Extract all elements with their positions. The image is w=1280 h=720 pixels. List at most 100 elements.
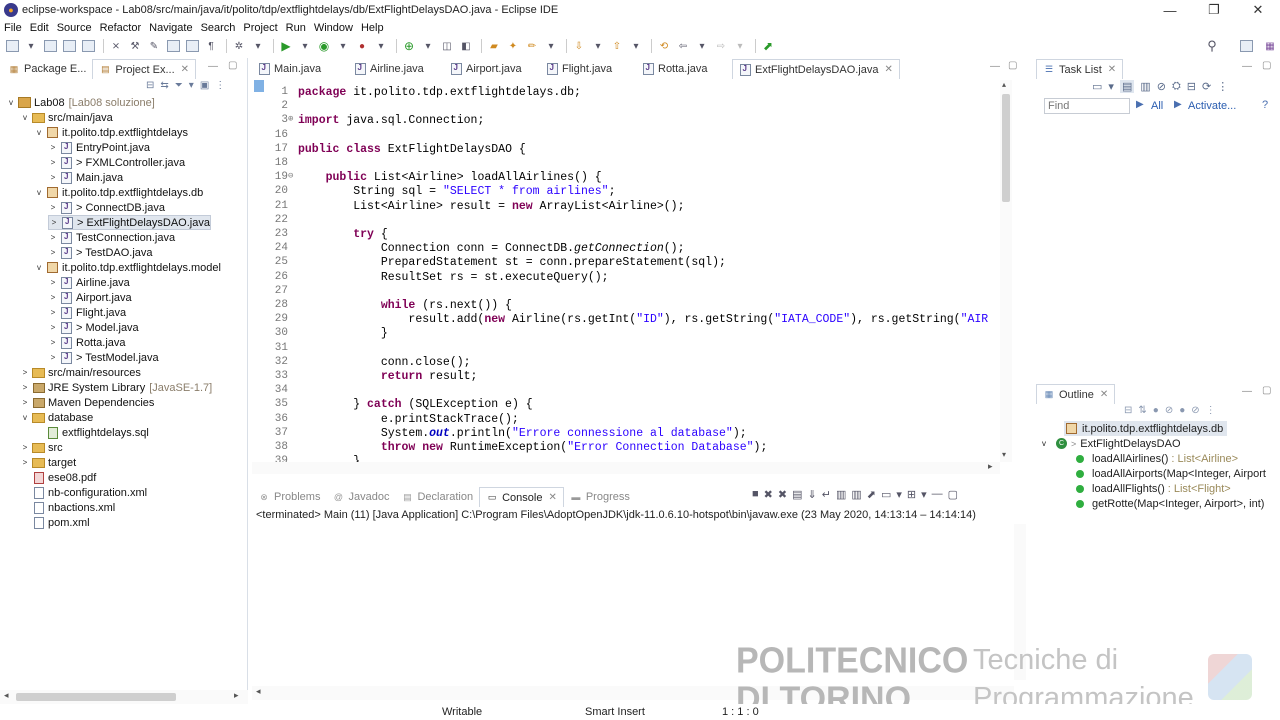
scroll-right-icon[interactable]: ▸ bbox=[988, 461, 993, 472]
code-line[interactable]: ResultSet rs = st.executeQuery(); bbox=[298, 271, 609, 284]
outline-method[interactable]: loadAllAirports(Map<Integer, Airport bbox=[1076, 466, 1266, 481]
open-element-icon[interactable] bbox=[184, 39, 200, 53]
console-vscrollbar[interactable] bbox=[1014, 524, 1026, 680]
run-icon[interactable]: ▶ bbox=[278, 39, 294, 53]
skip-breakpoints-icon[interactable]: ⨯ bbox=[108, 39, 124, 53]
remove-all-icon[interactable]: ✖ bbox=[778, 488, 787, 501]
expand-icon[interactable]: v bbox=[6, 98, 16, 107]
collapse-icon[interactable]: > bbox=[20, 383, 30, 392]
code-line[interactable]: PreparedStatement st = conn.prepareState… bbox=[298, 256, 726, 269]
tree-item[interactable]: > src/main/resources bbox=[20, 365, 141, 380]
maximize-console-icon[interactable]: ▢ bbox=[948, 488, 958, 501]
code-line[interactable]: try { bbox=[298, 228, 388, 241]
code-line[interactable]: throw new RuntimeException("Error Connec… bbox=[298, 441, 768, 454]
word-wrap-icon[interactable]: ↵ bbox=[822, 488, 831, 501]
code-line[interactable]: String sql = "SELECT * from airlines"; bbox=[298, 185, 615, 198]
minimize-console-icon[interactable]: — bbox=[932, 488, 943, 501]
collapse-icon[interactable]: > bbox=[48, 338, 58, 347]
tree-item[interactable]: v src/main/java bbox=[20, 110, 113, 125]
tree-item[interactable]: > > TestModel.java bbox=[48, 350, 159, 365]
outline-method[interactable]: getRotte(Map<Integer, Airport>, int) bbox=[1076, 496, 1264, 511]
menu-refactor[interactable]: Refactor bbox=[96, 22, 146, 34]
explorer-hscrollbar[interactable]: ◂ ▸ bbox=[0, 690, 248, 704]
tree-item[interactable]: nbactions.xml bbox=[20, 500, 115, 515]
save-icon[interactable] bbox=[42, 39, 58, 53]
find-input[interactable]: Find bbox=[1044, 98, 1130, 114]
close-icon[interactable]: ✕ bbox=[1236, 0, 1280, 20]
scheduled-icon[interactable]: ▥ bbox=[1140, 80, 1150, 93]
menu-navigate[interactable]: Navigate bbox=[145, 22, 196, 34]
code-line[interactable]: conn.close(); bbox=[298, 356, 471, 369]
tree-item[interactable]: > src bbox=[20, 440, 63, 455]
display-console-dropdown-icon[interactable]: ▾ bbox=[896, 488, 902, 501]
code-line[interactable]: System.out.println("Errore connessione a… bbox=[298, 427, 747, 440]
view-more-icon[interactable]: ⋮ bbox=[215, 80, 225, 96]
categorized-icon[interactable]: ▤ bbox=[1119, 80, 1135, 93]
minimize-view-icon[interactable]: — bbox=[208, 61, 218, 72]
new-dropdown-icon[interactable]: ▾ bbox=[23, 39, 39, 53]
link-editor-icon[interactable]: ⇆ bbox=[160, 80, 168, 96]
save-all-icon[interactable] bbox=[61, 39, 77, 53]
focus-icon[interactable]: ▣ bbox=[200, 80, 209, 96]
outline-method[interactable]: loadAllAirlines(): List<Airline> bbox=[1076, 451, 1238, 466]
open-console-dropdown-icon[interactable]: ▾ bbox=[921, 488, 927, 501]
close-tab-icon[interactable]: ✕ bbox=[1100, 389, 1108, 400]
new-package-icon[interactable]: ◫ bbox=[439, 39, 455, 53]
editor-tab[interactable]: Airline.java bbox=[348, 59, 444, 79]
menu-search[interactable]: Search bbox=[197, 22, 240, 34]
tree-item[interactable]: > > ConnectDB.java bbox=[48, 200, 165, 215]
tree-item[interactable]: > JRE System Library [JavaSE-1.7] bbox=[20, 380, 213, 395]
tree-item[interactable]: v it.polito.tdp.extflightdelays bbox=[34, 125, 188, 140]
outline-class[interactable]: v C > ExtFlightDelaysDAO bbox=[1042, 436, 1181, 451]
collapse-icon[interactable]: > bbox=[20, 458, 30, 467]
code-line[interactable]: return result; bbox=[298, 370, 478, 383]
open-type-icon[interactable]: ✎ bbox=[146, 39, 162, 53]
editor-tab[interactable]: Flight.java bbox=[540, 59, 636, 79]
editor-tab[interactable]: ExtFlightDelaysDAO.java ✕ bbox=[732, 59, 900, 79]
print-icon[interactable] bbox=[80, 39, 96, 53]
collapse-icon[interactable]: > bbox=[48, 248, 58, 257]
tree-item[interactable]: > target bbox=[20, 455, 76, 470]
tree-item[interactable]: v it.polito.tdp.extflightdelays.db bbox=[34, 185, 203, 200]
java-build-icon[interactable]: ⚒ bbox=[127, 39, 143, 53]
editor-tab[interactable]: Airport.java bbox=[444, 59, 540, 79]
maximize-icon[interactable]: ❐ bbox=[1192, 0, 1236, 20]
collapse-icon[interactable]: > bbox=[49, 218, 59, 227]
menu-edit[interactable]: Edit bbox=[26, 22, 53, 34]
prev-annotation-dropdown-icon[interactable]: ▾ bbox=[628, 39, 644, 53]
collapse-all-icon[interactable]: ⊟ bbox=[1187, 80, 1196, 93]
code-line[interactable]: public class ExtFlightDelaysDAO { bbox=[298, 143, 526, 156]
maximize-editor-icon[interactable]: ▢ bbox=[1008, 60, 1017, 71]
tree-item[interactable]: v database bbox=[20, 410, 93, 425]
tree-item[interactable]: > Maven Dependencies bbox=[20, 395, 155, 410]
tree-item[interactable]: v it.polito.tdp.extflightdelays.model bbox=[34, 260, 221, 275]
collapse-icon[interactable]: > bbox=[48, 353, 58, 362]
minimize-editor-icon[interactable]: — bbox=[990, 61, 1000, 72]
hide-fields-icon[interactable]: ● bbox=[1153, 405, 1159, 416]
code-line[interactable]: } catch (SQLException e) { bbox=[298, 398, 532, 411]
collapse-icon[interactable]: > bbox=[48, 308, 58, 317]
tree-item[interactable]: v Lab08 [Lab08 soluzione] bbox=[6, 95, 155, 110]
menu-project[interactable]: Project bbox=[239, 22, 281, 34]
close-tab-icon[interactable]: ✕ bbox=[885, 64, 893, 75]
outline-method[interactable]: loadAllFlights(): List<Flight> bbox=[1076, 481, 1231, 496]
clear-console-icon[interactable]: ▤ bbox=[792, 488, 802, 501]
java-perspective-icon[interactable]: ▦ bbox=[1262, 39, 1278, 53]
external-tools-dropdown-icon[interactable]: ▾ bbox=[373, 39, 389, 53]
debug-icon[interactable]: ✲ bbox=[231, 39, 247, 53]
console-tab-console[interactable]: ▭ Console ✕ bbox=[479, 487, 564, 507]
expand-icon[interactable]: v bbox=[34, 263, 44, 272]
new-java-project-icon[interactable]: ⊕ bbox=[401, 39, 417, 53]
expand-icon[interactable]: v bbox=[20, 113, 30, 122]
tree-item[interactable]: > > FXMLController.java bbox=[48, 155, 185, 170]
tree-item[interactable]: > Rotta.java bbox=[48, 335, 126, 350]
sync-icon[interactable]: ⟳ bbox=[1202, 80, 1211, 93]
console-tab-progress[interactable]: ▬ Progress bbox=[564, 487, 636, 507]
forward-dropdown-icon[interactable]: ▾ bbox=[732, 39, 748, 53]
collapse-icon[interactable]: > bbox=[48, 143, 58, 152]
display-console-icon[interactable]: ▭ bbox=[881, 488, 891, 501]
scroll-down-icon[interactable]: ▾ bbox=[1002, 450, 1006, 459]
open-task-icon[interactable] bbox=[165, 39, 181, 53]
view-more-icon[interactable]: ⋮ bbox=[1217, 80, 1228, 93]
editor-hscrollbar[interactable]: ▸ bbox=[252, 461, 1000, 474]
